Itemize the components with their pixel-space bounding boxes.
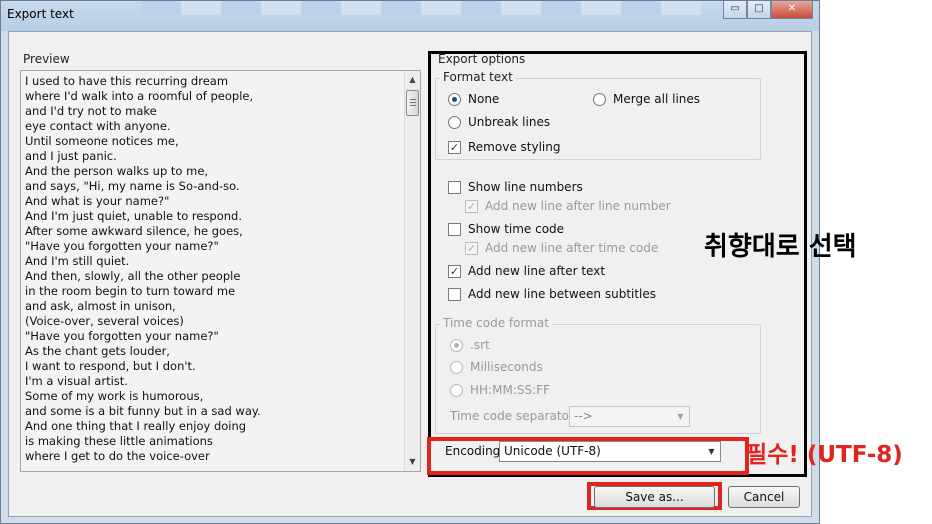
minimize-icon: ▭ bbox=[730, 3, 740, 14]
maximize-icon: □ bbox=[754, 3, 764, 14]
preview-line: where I get to do the voice-over bbox=[25, 449, 210, 463]
export-options-label: Export options bbox=[438, 52, 526, 66]
radio-srt[interactable]: .srt bbox=[450, 338, 490, 352]
title-bar[interactable]: Export text ▭ □ ✕ bbox=[1, 1, 819, 31]
required-utf8-annotation: 필수! (UTF-8) bbox=[746, 442, 903, 468]
after-text-check[interactable]: ✓ bbox=[448, 264, 461, 278]
format-text-title: Format text bbox=[440, 70, 516, 84]
preview-line: I'm a visual artist. bbox=[25, 374, 128, 388]
minimize-button[interactable]: ▭ bbox=[723, 1, 747, 19]
radio-merge-label: Merge all lines bbox=[613, 92, 701, 106]
preview-scrollbar[interactable]: ▲ ▼ bbox=[404, 71, 420, 471]
show-line-numbers-label: Show line numbers bbox=[468, 180, 583, 194]
radio-milliseconds-label: Milliseconds bbox=[470, 360, 543, 374]
radio-srt-indicator[interactable] bbox=[450, 338, 463, 352]
maximize-button[interactable]: □ bbox=[747, 1, 771, 19]
between-subtitles-check[interactable] bbox=[448, 287, 461, 301]
radio-none-label: None bbox=[468, 92, 500, 106]
chevron-down-icon: ▼ bbox=[677, 412, 684, 421]
checkbox-add-new-line-after-time-code[interactable]: ✓ Add new line after time code bbox=[465, 241, 658, 255]
encoding-label: Encoding bbox=[445, 444, 501, 458]
time-code-separator-label: Time code separator bbox=[450, 409, 574, 423]
preview-line: Until someone notices me, bbox=[25, 134, 179, 148]
show-line-numbers-check[interactable] bbox=[448, 180, 461, 194]
checkbox-remove-styling[interactable]: ✓ Remove styling bbox=[448, 140, 560, 154]
scroll-up-icon[interactable]: ▲ bbox=[405, 73, 420, 87]
export-text-window: Export text ▭ □ ✕ Preview I used to have… bbox=[0, 0, 820, 524]
after-line-number-check[interactable]: ✓ bbox=[465, 199, 478, 213]
preview-line: "Have you forgotten your name?" bbox=[25, 329, 219, 343]
radio-hhmmssff[interactable]: HH:MM:SS:FF bbox=[450, 383, 550, 397]
dialog-body: Preview I used to have this recurring dr… bbox=[8, 31, 812, 517]
remove-styling-label: Remove styling bbox=[468, 140, 561, 154]
preview-line: Some of my work is humorous, bbox=[25, 389, 204, 403]
preview-line: And one thing that I really enjoy doing bbox=[25, 419, 247, 433]
remove-styling-check[interactable]: ✓ bbox=[448, 140, 461, 154]
preview-textbox[interactable]: I used to have this recurring dream where… bbox=[20, 70, 421, 472]
time-code-format-title: Time code format bbox=[440, 316, 552, 330]
background-blur bbox=[141, 1, 701, 15]
radio-milliseconds[interactable]: Milliseconds bbox=[450, 360, 543, 374]
preview-line: and I'd try not to make bbox=[25, 104, 157, 118]
preview-label: Preview bbox=[23, 52, 70, 66]
scroll-down-icon[interactable]: ▼ bbox=[405, 455, 420, 469]
preview-line: is making these little animations bbox=[25, 434, 213, 448]
time-code-separator-value: --> bbox=[574, 409, 593, 423]
radio-unbreak-indicator[interactable] bbox=[448, 115, 461, 129]
after-text-label: Add new line after text bbox=[468, 264, 606, 278]
preview-line: and some is a bit funny but in a sad way… bbox=[25, 404, 261, 418]
between-subtitles-label: Add new line between subtitles bbox=[468, 287, 657, 301]
radio-unbreak-label: Unbreak lines bbox=[468, 115, 551, 129]
radio-merge-indicator[interactable] bbox=[593, 92, 606, 106]
preview-line: eye contact with anyone. bbox=[25, 119, 171, 133]
preview-line: (Voice-over, several voices) bbox=[25, 314, 184, 328]
preview-line: I used to have this recurring dream bbox=[25, 74, 229, 88]
show-time-code-check[interactable] bbox=[448, 222, 461, 236]
radio-milliseconds-indicator[interactable] bbox=[450, 360, 463, 374]
preview-line: "Have you forgotten your name?" bbox=[25, 239, 219, 253]
close-icon: ✕ bbox=[787, 3, 797, 14]
preview-line: And I'm still quiet. bbox=[25, 254, 130, 268]
preview-line: I want to respond, but I don't. bbox=[25, 359, 196, 373]
after-time-code-label: Add new line after time code bbox=[485, 241, 659, 255]
radio-unbreak-lines[interactable]: Unbreak lines bbox=[448, 115, 550, 129]
preview-line: And what is your name?" bbox=[25, 194, 170, 208]
scroll-thumb[interactable] bbox=[406, 90, 419, 116]
radio-none[interactable]: None bbox=[448, 92, 499, 106]
show-time-code-label: Show time code bbox=[468, 222, 565, 236]
after-time-code-check[interactable]: ✓ bbox=[465, 241, 478, 255]
window-title: Export text bbox=[7, 7, 74, 21]
radio-merge-all-lines[interactable]: Merge all lines bbox=[593, 92, 700, 106]
checkbox-add-new-line-after-text[interactable]: ✓ Add new line after text bbox=[448, 264, 605, 278]
radio-none-indicator[interactable] bbox=[448, 92, 461, 106]
checkbox-show-time-code[interactable]: Show time code bbox=[448, 222, 564, 236]
encoding-select[interactable]: Unicode (UTF-8) ▼ bbox=[499, 441, 721, 462]
checkbox-add-new-line-between-subtitles[interactable]: Add new line between subtitles bbox=[448, 287, 656, 301]
chevron-down-icon: ▼ bbox=[708, 447, 715, 456]
close-button[interactable]: ✕ bbox=[771, 1, 813, 19]
cancel-button[interactable]: Cancel bbox=[728, 486, 800, 508]
encoding-value: Unicode (UTF-8) bbox=[504, 444, 601, 458]
save-as-button[interactable]: Save as... bbox=[594, 486, 715, 508]
preview-line: As the chant gets louder, bbox=[25, 344, 170, 358]
preview-text: I used to have this recurring dream where… bbox=[25, 74, 405, 464]
preview-line: And then, slowly, all the other people bbox=[25, 269, 241, 283]
after-line-number-label: Add new line after line number bbox=[485, 199, 671, 213]
preview-line: And I'm just quiet, unable to respond. bbox=[25, 209, 243, 223]
checkbox-add-new-line-after-line-number[interactable]: ✓ Add new line after line number bbox=[465, 199, 671, 213]
choose-preference-annotation: 취향대로 선택 bbox=[704, 232, 857, 262]
time-code-separator-select[interactable]: --> ▼ bbox=[569, 406, 690, 427]
preview-line: After some awkward silence, he goes, bbox=[25, 224, 243, 238]
radio-srt-label: .srt bbox=[470, 338, 490, 352]
preview-line: and ask, almost in unison, bbox=[25, 299, 176, 313]
radio-hhmmssff-label: HH:MM:SS:FF bbox=[470, 383, 550, 397]
preview-line: where I'd walk into a roomful of people, bbox=[25, 89, 254, 103]
preview-line: and says, "Hi, my name is So-and-so. bbox=[25, 179, 240, 193]
window-controls: ▭ □ ✕ bbox=[723, 1, 813, 19]
radio-hhmmssff-indicator[interactable] bbox=[450, 383, 463, 397]
preview-line: in the room begin to turn toward me bbox=[25, 284, 236, 298]
checkbox-show-line-numbers[interactable]: Show line numbers bbox=[448, 180, 583, 194]
preview-line: and I just panic. bbox=[25, 149, 117, 163]
preview-line: And the person walks up to me, bbox=[25, 164, 209, 178]
